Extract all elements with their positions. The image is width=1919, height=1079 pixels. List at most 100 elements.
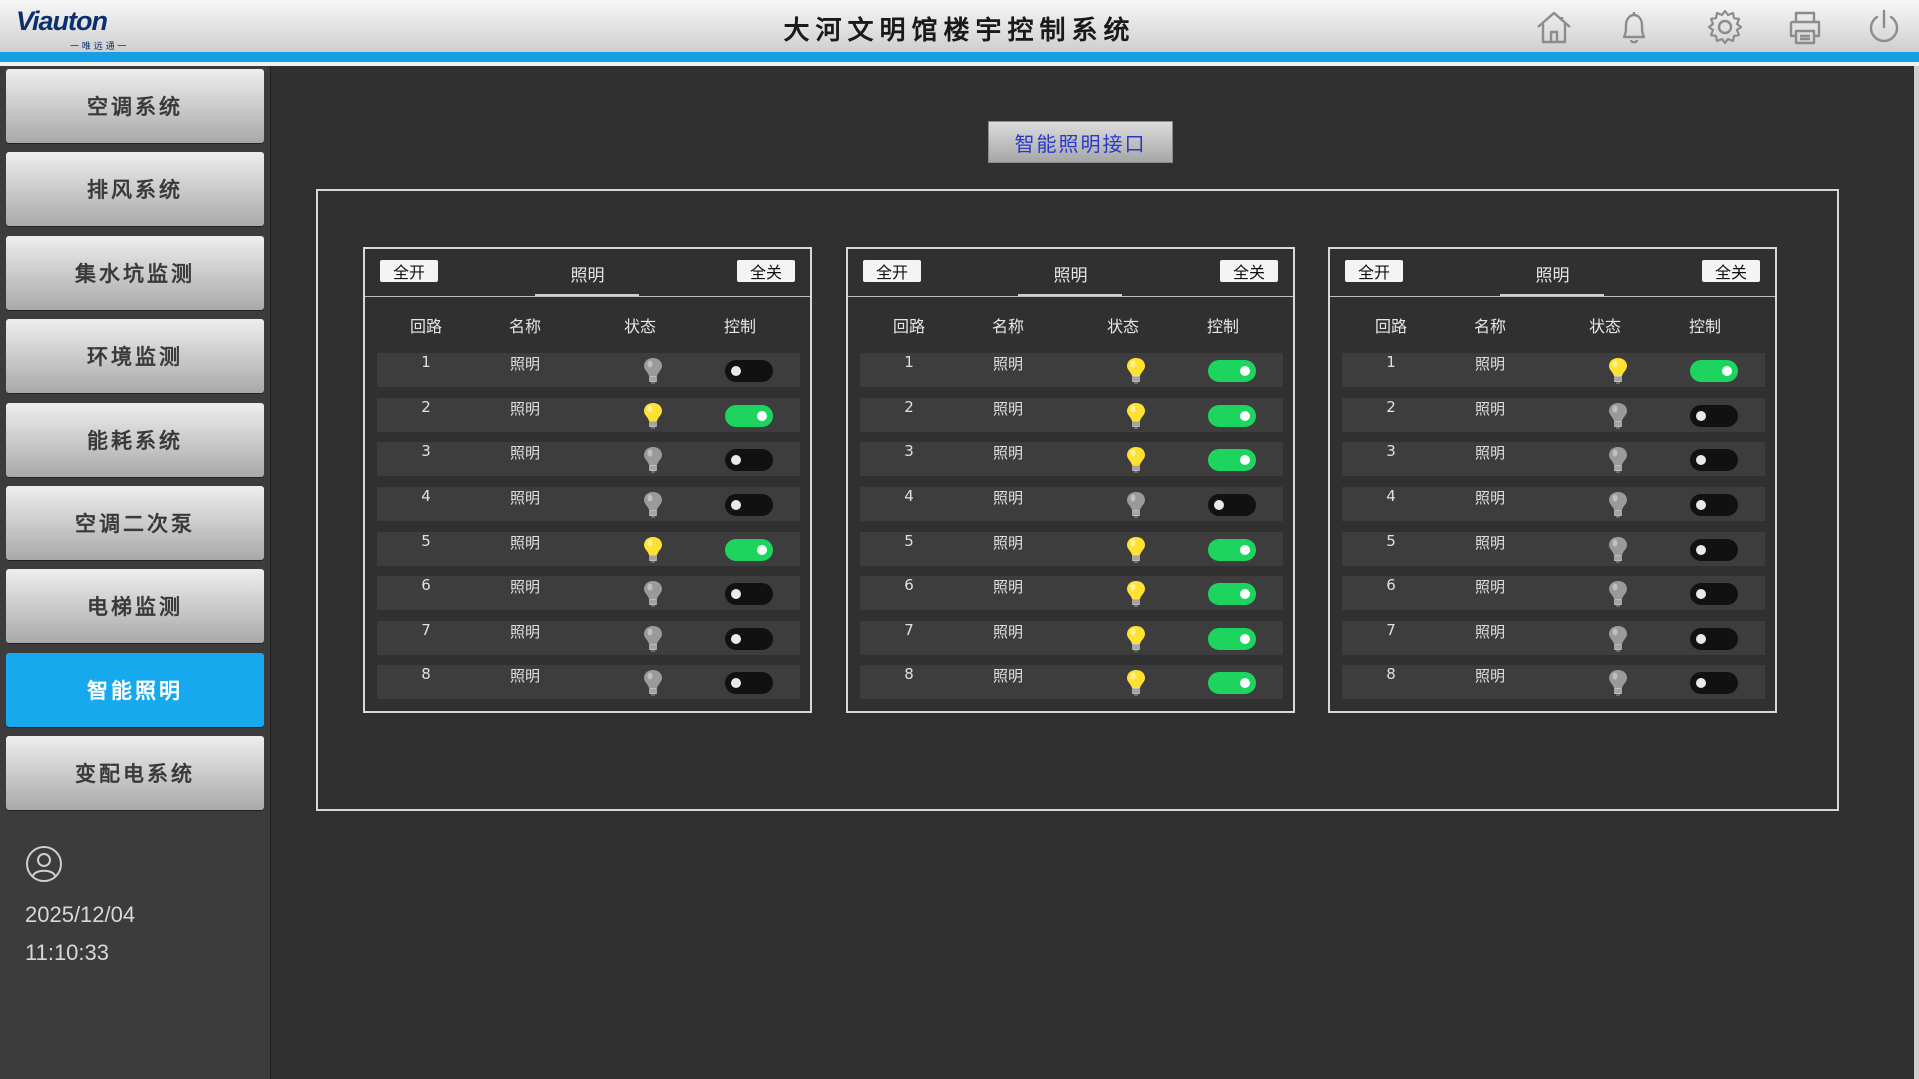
circuit-name: 照明: [509, 444, 540, 462]
printer-icon[interactable]: [1783, 6, 1827, 48]
light-toggle[interactable]: [1208, 583, 1256, 605]
light-toggle[interactable]: [1690, 583, 1738, 605]
loop-number: 7: [1386, 621, 1396, 639]
gear-icon[interactable]: [1703, 6, 1747, 48]
table-row: 4 照明: [860, 487, 1283, 521]
smart-lighting-interface-button[interactable]: 智能照明接口: [988, 121, 1173, 163]
circuit-name: 照明: [992, 578, 1023, 596]
light-toggle[interactable]: [725, 539, 773, 561]
toggle-knob: [731, 589, 741, 599]
loop-number: 1: [904, 353, 914, 371]
sidebar: 空调系统 排风系统 集水坑监测 环境监测 能耗系统 空调二次泵 电梯监测 智能照…: [0, 66, 271, 1079]
circuit-name: 照明: [509, 534, 540, 552]
circuit-name: 照明: [992, 623, 1023, 641]
bulb-on-icon: [1125, 535, 1147, 565]
light-toggle[interactable]: [725, 494, 773, 516]
light-toggle[interactable]: [1690, 628, 1738, 650]
light-toggle[interactable]: [1208, 494, 1256, 516]
light-toggle[interactable]: [1690, 672, 1738, 694]
table-row: 8 照明: [377, 665, 800, 699]
sidebar-item-power-distribution[interactable]: 变配电系统: [6, 736, 264, 810]
loop-number: 3: [421, 442, 431, 460]
light-toggle[interactable]: [1208, 405, 1256, 427]
lighting-panel-2: 全开 照明 全关 回路 名称 状态 控制 1 照明 2 照明 3 照明 4 照明 5 照明 6 照明 7 照明 8 照明: [846, 247, 1295, 713]
header-accent-line: [0, 52, 1919, 62]
table-row: 2 照明: [860, 398, 1283, 432]
light-toggle[interactable]: [725, 628, 773, 650]
bulb-on-icon: [1125, 401, 1147, 431]
table-row: 1 照明: [377, 353, 800, 387]
sidebar-item-smart-lighting[interactable]: 智能照明: [6, 653, 264, 727]
toggle-knob: [1240, 589, 1250, 599]
light-toggle[interactable]: [1690, 539, 1738, 561]
loop-number: 4: [904, 487, 914, 505]
light-toggle[interactable]: [1208, 628, 1256, 650]
circuit-name: 照明: [509, 400, 540, 418]
loop-number: 6: [421, 576, 431, 594]
loop-number: 5: [1386, 532, 1396, 550]
light-toggle[interactable]: [725, 405, 773, 427]
light-toggle[interactable]: [725, 449, 773, 471]
circuit-name: 照明: [1474, 355, 1505, 373]
sidebar-item-sump-pit[interactable]: 集水坑监测: [6, 236, 264, 310]
column-header-name: 名称: [1473, 317, 1506, 336]
toggle-knob: [731, 678, 741, 688]
table-row: 3 照明: [860, 442, 1283, 476]
bulb-on-icon: [1125, 579, 1147, 609]
loop-number: 3: [1386, 442, 1396, 460]
bulb-on-icon: [1125, 624, 1147, 654]
table-row: 7 照明: [860, 621, 1283, 655]
table-row: 1 照明: [1342, 353, 1765, 387]
circuit-name: 照明: [1474, 444, 1505, 462]
sidebar-item-elevator[interactable]: 电梯监测: [6, 569, 264, 643]
sidebar-item-exhaust[interactable]: 排风系统: [6, 152, 264, 226]
sidebar-item-energy[interactable]: 能耗系统: [6, 403, 264, 477]
table-row: 5 照明: [1342, 532, 1765, 566]
home-icon[interactable]: [1532, 6, 1576, 48]
bulb-off-icon: [642, 356, 664, 386]
light-toggle[interactable]: [1690, 449, 1738, 471]
user-icon[interactable]: [24, 844, 64, 884]
light-toggle[interactable]: [1208, 449, 1256, 471]
table-row: 4 照明: [1342, 487, 1765, 521]
bell-icon[interactable]: [1612, 6, 1656, 48]
light-toggle[interactable]: [725, 672, 773, 694]
toggle-knob: [1696, 500, 1706, 510]
toggle-knob: [1214, 500, 1224, 510]
toggle-knob: [757, 545, 767, 555]
sidebar-item-secondary-pump[interactable]: 空调二次泵: [6, 486, 264, 560]
light-toggle[interactable]: [1208, 360, 1256, 382]
loop-number: 7: [421, 621, 431, 639]
current-date: 2025/12/04: [25, 902, 136, 927]
sidebar-item-environment[interactable]: 环境监测: [6, 319, 264, 393]
light-toggle[interactable]: [1690, 494, 1738, 516]
all-off-button[interactable]: 全关: [1702, 260, 1760, 282]
loop-number: 8: [904, 665, 914, 683]
sidebar-item-hvac[interactable]: 空调系统: [6, 69, 264, 143]
column-header-control: 控制: [1206, 317, 1239, 336]
toggle-knob: [731, 500, 741, 510]
light-toggle[interactable]: [1690, 405, 1738, 427]
bulb-off-icon: [1607, 668, 1629, 698]
light-toggle[interactable]: [1208, 672, 1256, 694]
app-window: Viauton 一 唯 远 通 一 大河文明馆楼宇控制系统 空调系统 排风系统 …: [0, 0, 1919, 1079]
column-header-loop: 回路: [1374, 317, 1407, 336]
table-row: 5 照明: [860, 532, 1283, 566]
light-toggle[interactable]: [1208, 539, 1256, 561]
light-toggle[interactable]: [725, 360, 773, 382]
light-toggle[interactable]: [725, 583, 773, 605]
loop-number: 6: [904, 576, 914, 594]
loop-number: 4: [421, 487, 431, 505]
light-toggle[interactable]: [1690, 360, 1738, 382]
bulb-off-icon: [642, 668, 664, 698]
bulb-off-icon: [642, 579, 664, 609]
power-icon[interactable]: [1862, 6, 1906, 48]
loop-number: 1: [421, 353, 431, 371]
loop-number: 5: [904, 532, 914, 550]
bulb-on-icon: [1125, 445, 1147, 475]
all-off-button[interactable]: 全关: [1220, 260, 1278, 282]
all-off-button[interactable]: 全关: [737, 260, 795, 282]
loop-number: 8: [1386, 665, 1396, 683]
column-header-control: 控制: [1688, 317, 1721, 336]
table-row: 6 照明: [377, 576, 800, 610]
